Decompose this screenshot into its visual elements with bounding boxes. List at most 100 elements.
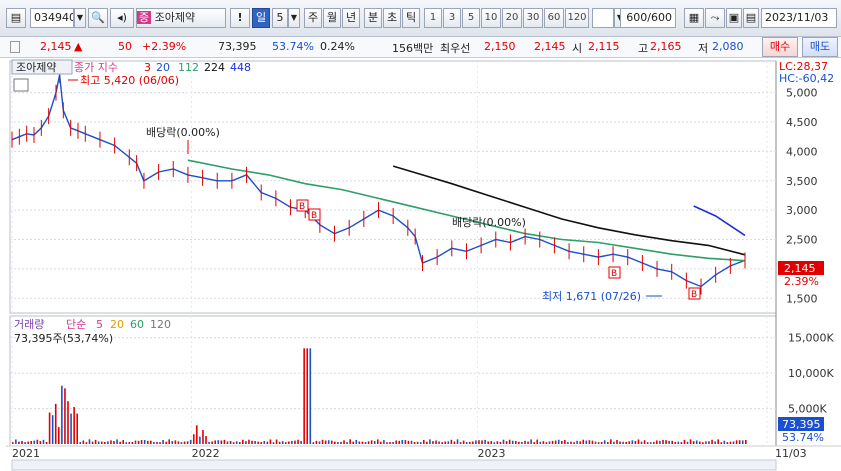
- up-arrow-icon: ▲: [74, 40, 83, 53]
- alert-button[interactable]: !: [230, 8, 250, 28]
- search-icon[interactable]: 🔍: [88, 8, 108, 28]
- volume-bar: [665, 440, 667, 444]
- vol-legend-ma5: 5: [96, 318, 103, 331]
- interval-custom-input[interactable]: [592, 8, 614, 28]
- price-tick-label: 3,500: [786, 175, 818, 188]
- interval-20[interactable]: 20: [502, 8, 522, 28]
- period-day-tab[interactable]: 일: [252, 8, 270, 28]
- volume-bar: [294, 440, 296, 444]
- low-price: 2,080: [712, 40, 744, 53]
- interval-60[interactable]: 60: [544, 8, 564, 28]
- volume-bar: [208, 441, 210, 444]
- chart-add-icon[interactable]: ▦: [684, 8, 704, 28]
- volume-bar: [413, 441, 416, 444]
- volume-bar: [131, 441, 134, 444]
- volume-bar: [591, 440, 594, 444]
- volume-bar: [165, 441, 167, 444]
- data-count-field[interactable]: 600/600: [620, 8, 676, 28]
- vol-legend-ma20: 20: [110, 318, 124, 331]
- volume-bar: [594, 441, 597, 444]
- vol-legend-ma120: 120: [150, 318, 171, 331]
- volume-bar: [478, 440, 480, 444]
- volume-bar: [514, 441, 517, 444]
- volume-bar: [97, 441, 100, 444]
- volume-bar: [58, 427, 60, 444]
- save-icon[interactable]: ▣: [726, 8, 742, 28]
- volume-bar: [487, 441, 489, 444]
- volume-bar: [625, 441, 627, 444]
- stock-name-field[interactable]: 증 조아제약: [136, 8, 226, 28]
- price-panel-tab-label: 조아제약: [16, 60, 56, 74]
- volume-bar: [576, 440, 578, 444]
- volume-bar: [671, 440, 673, 444]
- buy-button[interactable]: 매수: [762, 37, 798, 57]
- volume-bar: [741, 440, 744, 444]
- volume-bar: [502, 439, 505, 444]
- price-change-pct: +2.39%: [142, 40, 187, 53]
- interval-5[interactable]: 5: [462, 8, 480, 28]
- volume-bar: [564, 439, 566, 444]
- volume-bar: [337, 442, 339, 444]
- volume-bar: [717, 439, 719, 444]
- interval-120[interactable]: 120: [565, 8, 589, 28]
- grid-toggle-icon[interactable]: [13, 78, 29, 92]
- volume-bar: [726, 442, 729, 444]
- volume-bar: [723, 440, 726, 444]
- volume-bar: [389, 442, 391, 444]
- volume-bar: [386, 442, 388, 444]
- volume-bar: [619, 441, 621, 444]
- volume-bar: [281, 441, 284, 444]
- interval-10[interactable]: 10: [481, 8, 501, 28]
- stock-type-badge: 증: [137, 11, 152, 24]
- volume-bar: [104, 442, 106, 444]
- volume-bar: [481, 440, 483, 444]
- volume-bar: [318, 441, 321, 444]
- price-tick-label: 4,500: [786, 116, 818, 129]
- period-count-input[interactable]: 5: [272, 8, 288, 28]
- price-pct-tag: 2.39%: [784, 275, 819, 288]
- stock-chart[interactable]: 1,5002,0002,5003,0003,5004,0004,5005,000…: [0, 58, 841, 471]
- volume-bar: [125, 442, 128, 444]
- volume-tag-label: 73,395: [782, 418, 821, 431]
- volume-bar: [226, 441, 229, 444]
- layout-icon[interactable]: ▤: [6, 8, 26, 28]
- sell-button[interactable]: 매도: [802, 37, 838, 57]
- period-year-tab[interactable]: 년: [342, 8, 360, 28]
- volume-bar: [156, 441, 158, 444]
- period-dropdown-icon[interactable]: ▼: [288, 8, 300, 28]
- volume-bar: [570, 441, 572, 444]
- horizontal-scrollbar[interactable]: [11, 459, 777, 471]
- high-price: 2,165: [650, 40, 682, 53]
- period-week-tab[interactable]: 주: [304, 8, 322, 28]
- stock-code-input[interactable]: 034940: [30, 8, 74, 28]
- interval-3[interactable]: 3: [443, 8, 461, 28]
- volume-bar: [695, 440, 698, 444]
- code-dropdown-icon[interactable]: ▼: [74, 8, 86, 28]
- date-input[interactable]: 2023/11/03: [761, 8, 837, 28]
- volume-bar: [235, 441, 238, 444]
- volume-bar: [192, 434, 195, 444]
- volume-bar: [284, 442, 287, 444]
- period-minute-tab[interactable]: 분: [364, 8, 382, 28]
- interval-30[interactable]: 30: [523, 8, 543, 28]
- volume-bar: [48, 412, 51, 444]
- volume-bar: [600, 441, 603, 444]
- volume-bar: [76, 413, 79, 444]
- volume-bar: [392, 441, 394, 444]
- volume-bar: [567, 441, 569, 444]
- volume-bar: [327, 440, 330, 444]
- volume-bar: [91, 441, 94, 444]
- volume-bar: [450, 439, 453, 444]
- settings-icon[interactable]: ▤: [743, 8, 759, 28]
- volume-bar: [674, 442, 677, 444]
- line-tool-icon[interactable]: ⤳: [705, 8, 725, 28]
- period-second-tab[interactable]: 초: [383, 8, 401, 28]
- interval-1[interactable]: 1: [424, 8, 442, 28]
- period-tick-tab[interactable]: 틱: [402, 8, 420, 28]
- volume-bar: [542, 441, 545, 444]
- volume-bar: [438, 441, 440, 444]
- speaker-icon[interactable]: ◂): [110, 8, 134, 28]
- volume-bar: [646, 442, 649, 444]
- period-month-tab[interactable]: 월: [323, 8, 341, 28]
- volume-current: 73,395주(53,74%): [14, 332, 113, 345]
